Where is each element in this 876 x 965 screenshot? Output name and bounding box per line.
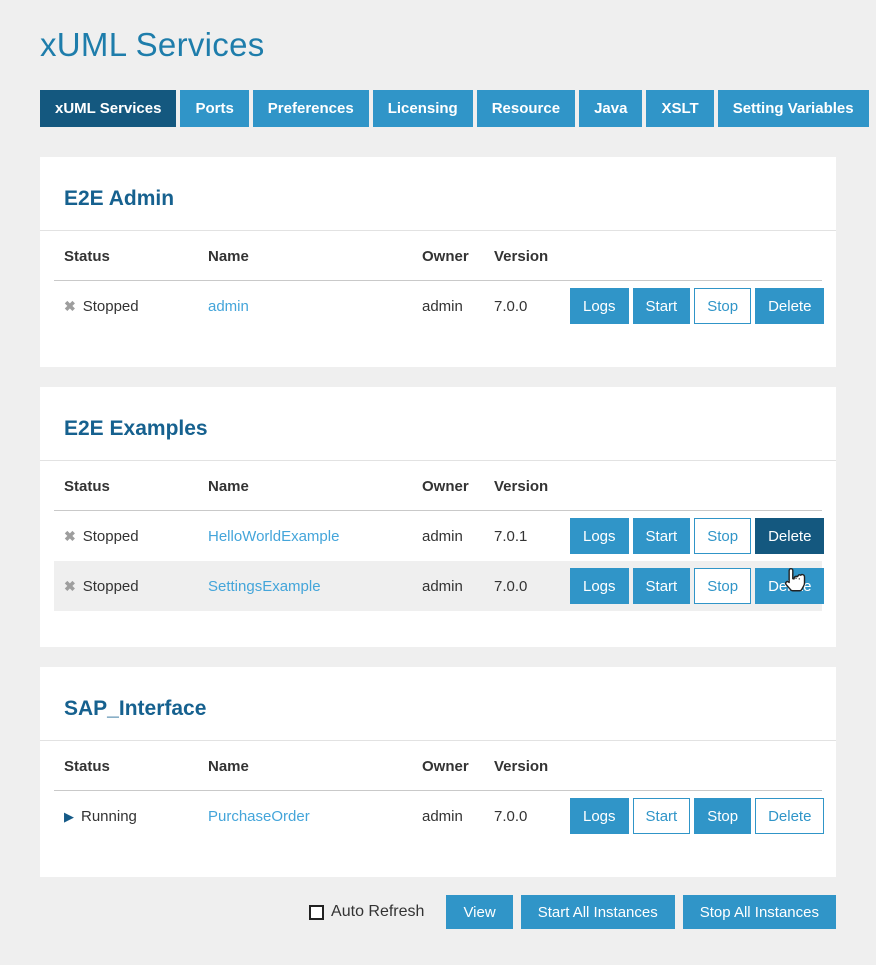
tab-resource[interactable]: Resource [477,90,575,127]
view-button[interactable]: View [446,895,512,929]
stop-button[interactable]: Stop [694,798,751,834]
status-cell: ✖ Stopped [54,561,208,611]
column-header-name: Name [208,461,422,511]
table-row: ✖ Stopped admin admin 7.0.0 Logs Start St… [54,281,822,332]
column-header-status: Status [54,231,208,281]
stopped-x-icon: ✖ [64,528,76,545]
status-label: Stopped [83,578,139,595]
services-table: Status Name Owner Version ✖ Stopped Hello… [54,461,822,611]
column-header-name: Name [208,231,422,281]
tab-licensing[interactable]: Licensing [373,90,473,127]
column-header-name: Name [208,741,422,791]
delete-button[interactable]: Delete [755,798,824,834]
status-cell: ✖ Stopped [54,281,208,332]
auto-refresh-control[interactable]: Auto Refresh [309,903,424,921]
status-cell: ▶ Running [54,791,208,842]
section-title: E2E Admin [64,187,812,211]
table-row: ▶Running PurchaseOrder admin 7.0.0 Logs … [54,791,822,842]
section-e2e-admin: E2E Admin Status Name Owner Version [40,157,836,367]
logs-button[interactable]: Logs [570,518,629,554]
stop-button[interactable]: Stop [694,288,751,324]
start-button[interactable]: Start [633,518,691,554]
xuml-services-page: xUML Services xUML Services Ports Prefer… [0,26,876,929]
running-play-icon: ▶ [64,809,74,825]
stopped-x-icon: ✖ [64,578,76,595]
footer-actions: Auto Refresh View Start All Instances St… [40,895,836,929]
table-row: ✖ Stopped SettingsExample admin 7.0.0 Log… [54,561,822,611]
logs-button[interactable]: Logs [570,288,629,324]
tab-setting-variables[interactable]: Setting Variables [718,90,869,127]
start-all-instances-button[interactable]: Start All Instances [521,895,675,929]
tab-preferences[interactable]: Preferences [253,90,369,127]
tab-xuml-services[interactable]: xUML Services [40,90,176,127]
service-name-link[interactable]: HelloWorldExample [208,528,339,545]
owner-cell: admin [422,281,494,332]
owner-cell: admin [422,561,494,611]
start-button[interactable]: Start [633,798,691,834]
column-header-version: Version [494,231,570,281]
section-title: E2E Examples [64,417,812,441]
column-header-status: Status [54,741,208,791]
start-button[interactable]: Start [633,568,691,604]
stop-button[interactable]: Stop [694,518,751,554]
delete-button[interactable]: Delete [755,568,824,604]
table-row: ✖ Stopped HelloWorldExample admin 7.0.1 L… [54,511,822,562]
column-header-version: Version [494,741,570,791]
column-header-owner: Owner [422,231,494,281]
owner-cell: admin [422,511,494,562]
start-button[interactable]: Start [633,288,691,324]
owner-cell: admin [422,791,494,842]
service-name-link[interactable]: SettingsExample [208,578,321,595]
auto-refresh-label: Auto Refresh [331,903,424,921]
stopped-x-icon: ✖ [64,298,76,315]
stop-button[interactable]: Stop [694,568,751,604]
service-name-link[interactable]: admin [208,298,249,315]
section-title: SAP_Interface [64,697,812,721]
status-label: Running [81,808,137,825]
section-sap-interface: SAP_Interface Status Name Owner Version [40,667,836,877]
section-e2e-examples: E2E Examples Status Name Owner Version [40,387,836,647]
status-label: Stopped [83,528,139,545]
version-cell: 7.0.0 [494,561,570,611]
services-table: Status Name Owner Version ✖ Stopped admin… [54,231,822,331]
column-header-owner: Owner [422,741,494,791]
column-header-owner: Owner [422,461,494,511]
delete-button[interactable]: Delete [755,518,824,554]
status-cell: ✖ Stopped [54,511,208,562]
tab-xslt[interactable]: XSLT [646,90,713,127]
version-cell: 7.0.0 [494,281,570,332]
service-name-link[interactable]: PurchaseOrder [208,808,310,825]
tab-java[interactable]: Java [579,90,642,127]
services-table: Status Name Owner Version ▶ Running Purch… [54,741,822,841]
tab-bar: xUML Services Ports Preferences Licensin… [40,90,836,127]
column-header-version: Version [494,461,570,511]
logs-button[interactable]: Logs [570,568,629,604]
page-title: xUML Services [40,26,836,64]
auto-refresh-checkbox[interactable] [309,905,324,920]
version-cell: 7.0.1 [494,511,570,562]
version-cell: 7.0.0 [494,791,570,842]
logs-button[interactable]: Logs [570,798,629,834]
status-label: Stopped [83,298,139,315]
column-header-status: Status [54,461,208,511]
tab-ports[interactable]: Ports [180,90,248,127]
delete-button[interactable]: Delete [755,288,824,324]
stop-all-instances-button[interactable]: Stop All Instances [683,895,836,929]
